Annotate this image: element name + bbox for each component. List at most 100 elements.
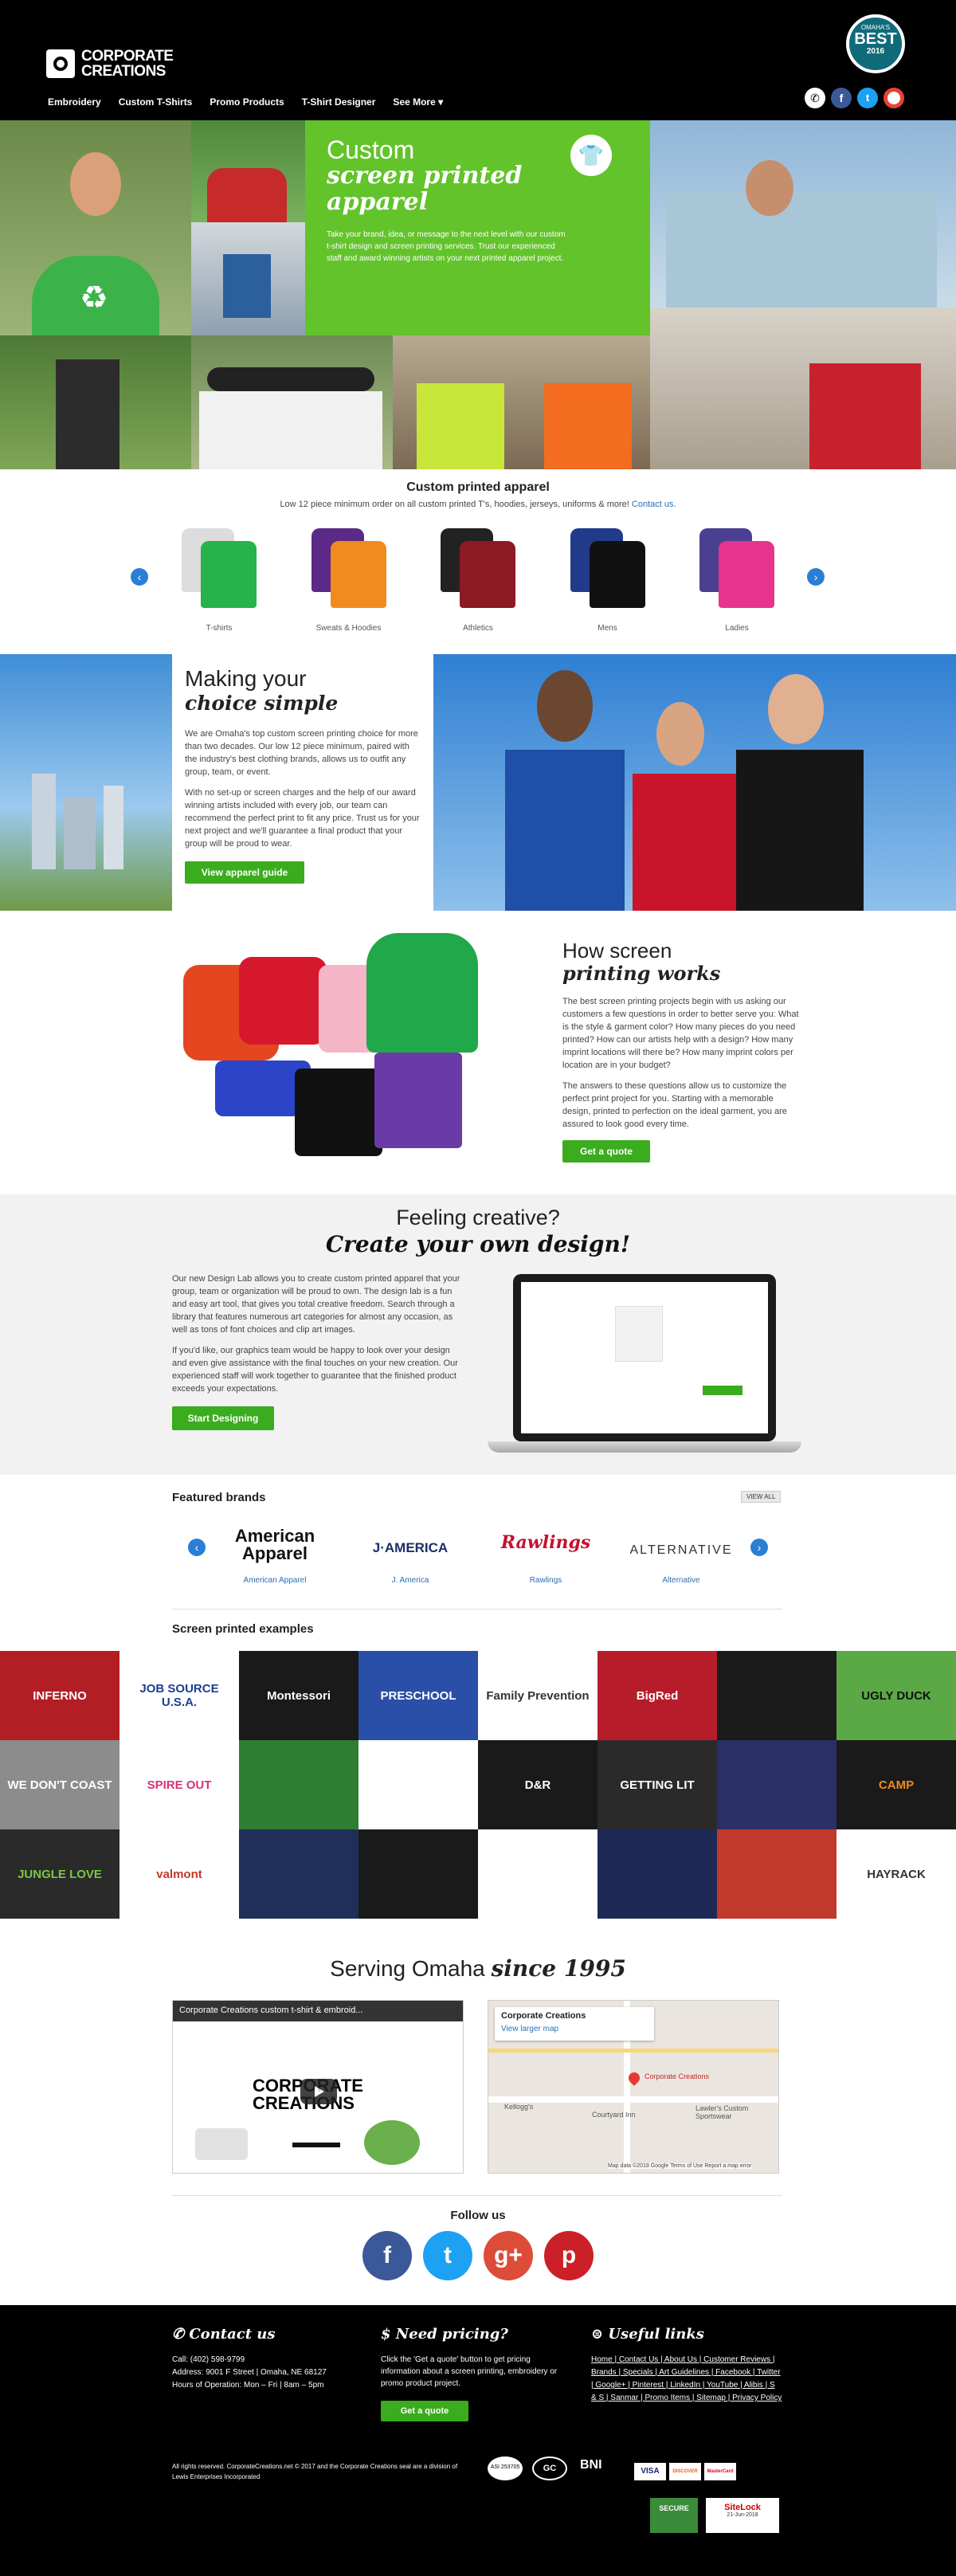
pinterest-icon[interactable]: p <box>544 2231 594 2280</box>
view-all-button[interactable]: VIEW ALL <box>741 1491 782 1503</box>
footer-address: Address: 9001 F Street | Omaha, NE 68127 <box>172 2368 327 2377</box>
footer-quote-button[interactable]: Get a quote <box>381 2401 468 2421</box>
hero-photo-construction <box>393 335 650 469</box>
map-embed[interactable]: Corporate Creations View larger map Corp… <box>488 2000 779 2174</box>
apparel-item[interactable]: Mens <box>556 525 660 645</box>
play-icon[interactable] <box>300 2079 337 2104</box>
apparel-item[interactable]: T-shirts <box>167 525 271 645</box>
example-tile[interactable] <box>598 1829 717 1919</box>
footer-phone[interactable]: Call: (402) 598-9799 <box>172 2354 363 2366</box>
view-larger-map-link[interactable]: View larger map <box>501 2025 558 2033</box>
example-tile[interactable]: Montessori <box>239 1651 358 1740</box>
twitter-icon[interactable]: t <box>857 88 878 108</box>
map-place-3: Lawler's Custom Sportswear <box>695 2104 749 2120</box>
get-a-quote-button[interactable]: Get a quote <box>562 1140 650 1163</box>
hero-green-panel: Custom screen printed apparel Take your … <box>305 120 650 335</box>
example-tile[interactable] <box>358 1829 478 1919</box>
brand-link-rawlings[interactable]: Rawlings <box>530 1576 562 1585</box>
example-tile[interactable]: PRESCHOOL <box>358 1651 478 1740</box>
brand-rawlings[interactable]: Rawlings Rawlings <box>486 1523 605 1586</box>
brand-j-america[interactable]: J·AMERICA J. America <box>351 1523 470 1586</box>
apparel-item[interactable]: Ladies <box>685 525 789 645</box>
example-tile[interactable] <box>478 1829 598 1919</box>
example-tile[interactable]: valmont <box>120 1829 239 1919</box>
nav-see-more[interactable]: See More ▾ <box>393 96 443 111</box>
brand-link-american-apparel[interactable]: American Apparel <box>244 1576 307 1585</box>
example-tile[interactable]: JUNGLE LOVE <box>0 1829 120 1919</box>
example-tile[interactable]: JOB SOURCE U.S.A. <box>120 1651 239 1740</box>
view-apparel-guide-button[interactable]: View apparel guide <box>185 861 304 884</box>
footer-pricing: $ Need pricing? Click the 'Get a quote' … <box>381 2326 564 2421</box>
twitter-icon[interactable]: t <box>423 2231 472 2280</box>
apparel-carousel: T-shirts Sweats & Hoodies Athletics Mens Lad… <box>167 525 789 645</box>
example-tile[interactable]: BigRed <box>598 1651 717 1740</box>
google-plus-icon[interactable]: g+ <box>484 2231 533 2280</box>
google-icon[interactable] <box>884 88 904 108</box>
garment-front <box>201 541 257 608</box>
apparel-item[interactable]: Athletics <box>426 525 530 645</box>
omaha-skyline-photo <box>0 654 172 911</box>
links-title: ⊜ Useful links <box>591 2326 782 2343</box>
apparel-item-label: Sweats & Hoodies <box>315 624 382 633</box>
sitelock-badge[interactable]: SiteLock 21-Jun-2018 <box>706 2498 779 2533</box>
badge-year: 2016 <box>866 47 885 56</box>
garment-front <box>460 541 515 608</box>
video-embed[interactable]: Corporate Creations custom t-shirt & emb… <box>172 2000 464 2174</box>
brand-link-alternative[interactable]: Alternative <box>662 1576 699 1585</box>
phone-icon[interactable]: ✆ <box>805 88 825 108</box>
creative-p2: If you'd like, our graphics team would b… <box>172 1346 458 1394</box>
nav-embroidery[interactable]: Embroidery <box>48 96 101 111</box>
badge-main: BEST <box>854 30 897 48</box>
brand-alternative[interactable]: ALTERNATIVE Alternative <box>621 1523 741 1586</box>
best-badge: OMAHA'S BEST 2016 <box>846 14 905 73</box>
logo[interactable]: CORPORATE CREATIONS <box>46 48 194 81</box>
apparel-item[interactable]: Sweats & Hoodies <box>297 525 401 645</box>
example-tile[interactable]: INFERNO <box>0 1651 120 1740</box>
apparel-item-label: Athletics <box>463 624 493 633</box>
hero-photo-volunteers <box>650 120 956 308</box>
mastercard-icon: MasterCard <box>704 2463 736 2480</box>
contact-us-link[interactable]: Contact us. <box>632 500 676 509</box>
sitelock-date: 21-Jun-2018 <box>727 2512 758 2518</box>
useful-links-list[interactable]: Home | Contact Us | About Us | Customer … <box>591 2354 782 2405</box>
nav-promo-products[interactable]: Promo Products <box>210 96 284 111</box>
map-place-1: Courtyard Inn <box>592 2111 636 2119</box>
choice-p2: With no set-up or screen charges and the… <box>185 788 420 849</box>
contact-title: ✆ Contact us <box>172 2326 363 2343</box>
facebook-icon[interactable]: f <box>831 88 852 108</box>
hero-photo-kids <box>191 120 305 222</box>
facebook-icon[interactable]: f <box>362 2231 412 2280</box>
example-tile[interactable] <box>358 1740 478 1829</box>
example-tile-text: D&R <box>524 1778 551 1792</box>
example-tile[interactable] <box>239 1829 358 1919</box>
example-tile[interactable]: D&R <box>478 1740 598 1829</box>
example-tile-text: BigRed <box>636 1688 679 1703</box>
brand-link-j-america[interactable]: J. America <box>392 1576 429 1585</box>
example-tile[interactable] <box>717 1740 836 1829</box>
example-tile[interactable] <box>717 1829 836 1919</box>
creative-text: Our new Design Lab allows you to create … <box>172 1272 464 1430</box>
apparel-prev-arrow[interactable]: ‹ <box>131 568 148 586</box>
nav-tshirt-designer[interactable]: T-Shirt Designer <box>302 96 376 111</box>
example-tile[interactable]: GETTING LIT <box>598 1740 717 1829</box>
brands-next-arrow[interactable]: › <box>750 1539 768 1556</box>
nav-custom-tshirts[interactable]: Custom T-Shirts <box>119 96 193 111</box>
brand-american-apparel[interactable]: American Apparel American Apparel <box>215 1523 335 1586</box>
apparel-next-arrow[interactable]: › <box>807 568 825 586</box>
example-tile[interactable] <box>239 1740 358 1829</box>
example-tile[interactable]: UGLY DUCK <box>836 1651 956 1740</box>
example-tile-text: INFERNO <box>33 1688 87 1703</box>
brands-prev-arrow[interactable]: ‹ <box>188 1539 206 1556</box>
choice-section: Making your choice simple We are Omaha's… <box>0 654 956 911</box>
example-tile[interactable]: HAYRACK <box>836 1829 956 1919</box>
secure-badge[interactable]: SECURE <box>650 2498 698 2533</box>
example-tile[interactable] <box>717 1651 836 1740</box>
map-title: Corporate Creations <box>501 2011 586 2021</box>
example-tile[interactable]: Family Prevention <box>478 1651 598 1740</box>
example-tile[interactable]: CAMP <box>836 1740 956 1829</box>
start-designing-button[interactable]: Start Designing <box>172 1406 274 1430</box>
example-tile[interactable]: SPIRE OUT <box>120 1740 239 1829</box>
apparel-item-label: Mens <box>598 624 617 633</box>
example-tile[interactable]: WE DON'T COAST <box>0 1740 120 1829</box>
hero-photo-gardener <box>0 335 191 469</box>
